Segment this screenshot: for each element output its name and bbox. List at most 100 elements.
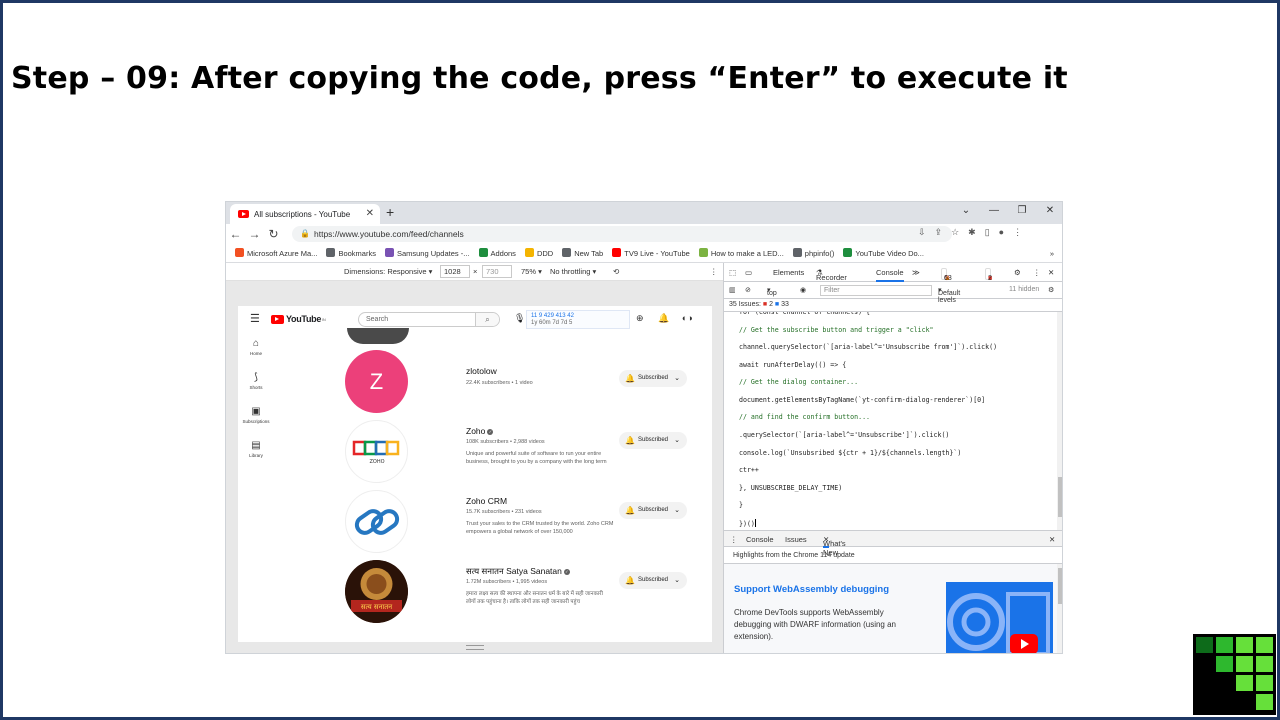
forward-icon[interactable]: → bbox=[245, 227, 264, 241]
console-settings-icon[interactable]: ⚙ bbox=[1048, 286, 1054, 294]
restore-button[interactable]: ❐ bbox=[1008, 202, 1036, 224]
subscribed-button[interactable]: 🔔 Subscribed ⌄ bbox=[619, 572, 687, 589]
tab-console[interactable]: Console bbox=[876, 268, 904, 282]
whats-new-video-thumbnail[interactable] bbox=[946, 582, 1053, 653]
subscribed-button[interactable]: 🔔 Subscribed ⌄ bbox=[619, 370, 687, 387]
channel-name[interactable]: सत्य सनातन Satya Sanatan ✓ bbox=[466, 566, 570, 577]
menu-icon[interactable]: ⋮ bbox=[1013, 227, 1022, 238]
channel-name[interactable]: Zoho ✓ bbox=[466, 426, 494, 436]
search-icon[interactable]: ⌕ bbox=[475, 313, 499, 326]
youtube-logo[interactable]: YouTube IN bbox=[271, 314, 326, 324]
filter-input[interactable]: Filter bbox=[820, 285, 932, 296]
bookmark-item[interactable]: phpinfo() bbox=[792, 248, 834, 258]
reload-icon[interactable]: ↻ bbox=[264, 227, 283, 241]
clear-console-icon[interactable]: ⊘ bbox=[745, 286, 751, 294]
create-icon[interactable]: ⊕ bbox=[636, 313, 644, 324]
profile-icon[interactable]: ● bbox=[999, 227, 1004, 238]
tab-recorder[interactable]: Recorder ⚗ bbox=[816, 268, 847, 282]
close-window-button[interactable]: ✕ bbox=[1036, 202, 1062, 224]
more-tabs-icon[interactable]: ≫ bbox=[912, 268, 920, 277]
channel-row[interactable]: सत्य सनातन सत्य सनातन Satya Sanatan ✓ 1.72M… bbox=[238, 560, 712, 623]
browser-tab[interactable]: All subscriptions - YouTube ✕ bbox=[230, 204, 380, 224]
console-code-area[interactable]: for (const channel of channels) {// Get … bbox=[724, 312, 1057, 530]
bookmark-item[interactable]: TV9 Live - YouTube bbox=[612, 248, 690, 258]
error-warning-badge[interactable]: ⊗ 6 ▲ 63 bbox=[941, 268, 952, 282]
bell-icon: 🔔 bbox=[625, 374, 635, 383]
times-sign: × bbox=[473, 267, 478, 276]
bookmark-item[interactable]: Microsoft Azure Ma... bbox=[235, 248, 317, 258]
eye-icon[interactable]: ◉ bbox=[800, 286, 806, 294]
console-scrollbar[interactable] bbox=[1057, 312, 1062, 530]
more-bookmarks-icon[interactable]: » bbox=[1050, 249, 1054, 258]
sidepanel-icon[interactable]: ▯ bbox=[985, 227, 990, 238]
devtools-menu-icon[interactable]: ⋮ bbox=[1033, 268, 1041, 277]
code-line: channel.querySelector(`[aria-label^='Uns… bbox=[739, 343, 998, 351]
channel-row[interactable]: ZOHO Zoho ✓ 108K subscribers • 2,988 videos… bbox=[238, 420, 712, 483]
bookmark-item[interactable]: Addons bbox=[478, 248, 516, 258]
close-drawer-icon[interactable]: ✕ bbox=[1049, 535, 1055, 544]
lock-icon[interactable]: 🔒 bbox=[300, 226, 310, 242]
device-menu-icon[interactable]: ⋮ bbox=[710, 267, 718, 276]
drawer-tab-console[interactable]: Console bbox=[746, 535, 774, 544]
viewport-resize-handle[interactable] bbox=[466, 645, 484, 650]
avatar[interactable]: ◐◑ bbox=[682, 313, 693, 323]
subscribed-button[interactable]: 🔔 Subscribed ⌄ bbox=[619, 432, 687, 449]
channel-avatar[interactable]: सत्य सनातन bbox=[345, 560, 408, 623]
zoom-select[interactable]: 75% ▾ bbox=[521, 267, 542, 276]
channel-name[interactable]: zlotolow bbox=[466, 366, 497, 376]
bookmark-item[interactable]: New Tab bbox=[562, 248, 603, 258]
mic-icon[interactable]: 🎙 bbox=[514, 313, 525, 324]
issues-bar[interactable]: 35 Issues: ■ 2 ■ 33 bbox=[724, 299, 1062, 312]
back-icon[interactable]: ← bbox=[226, 227, 245, 241]
close-devtools-icon[interactable]: ✕ bbox=[1048, 268, 1054, 277]
bell-icon: 🔔 bbox=[625, 576, 635, 585]
channel-row[interactable]: Zzlotolow 22.4K subscribers • 1 video 🔔 Sub… bbox=[238, 350, 712, 413]
sidebar-toggle-icon[interactable]: ▥ bbox=[729, 286, 736, 294]
new-tab-button[interactable]: + bbox=[386, 204, 394, 220]
bookmark-item[interactable]: DDD bbox=[524, 248, 553, 258]
drawer-tab-issues[interactable]: Issues bbox=[785, 535, 807, 544]
hamburger-icon[interactable]: ☰ bbox=[250, 312, 260, 325]
subscribed-button[interactable]: 🔔 Subscribed ⌄ bbox=[619, 502, 687, 519]
width-input[interactable]: 1028 bbox=[440, 265, 470, 278]
inspect-icon[interactable]: ⬚ bbox=[729, 268, 736, 277]
throttling-select[interactable]: No throttling ▾ bbox=[550, 267, 596, 276]
tab-elements[interactable]: Elements bbox=[773, 268, 804, 277]
extensions-icon[interactable]: ✱ bbox=[968, 227, 976, 238]
channel-avatar[interactable] bbox=[345, 490, 408, 553]
globe-icon bbox=[792, 248, 802, 257]
drawer-menu-icon[interactable]: ⋮ bbox=[730, 535, 738, 544]
minimize-button[interactable]: — bbox=[980, 202, 1008, 224]
bookmark-star-icon[interactable]: ☆ bbox=[951, 227, 959, 238]
info-badge[interactable]: ■ 2 bbox=[985, 268, 992, 282]
channel-row[interactable]: Zoho CRM 15.7K subscribers • 231 videos Tr… bbox=[238, 490, 712, 553]
url-input[interactable]: 🔒 https://www.youtube.com/feed/channels bbox=[292, 226, 952, 242]
code-line: document.getElementsByTagName(`yt-confir… bbox=[739, 396, 986, 404]
bookmark-item[interactable]: How to make a LED... bbox=[698, 248, 784, 258]
bookmark-item[interactable]: Bookmarks bbox=[326, 248, 376, 258]
whats-new-title[interactable]: Support WebAssembly debugging bbox=[734, 584, 889, 595]
settings-gear-icon[interactable]: ⚙ bbox=[1014, 268, 1021, 277]
bookmark-item[interactable]: Samsung Updates -... bbox=[384, 248, 470, 258]
channel-avatar[interactable]: ZOHO bbox=[345, 420, 408, 483]
share-icon[interactable]: ⇪ bbox=[935, 227, 943, 238]
levels-select[interactable]: Default levels ▾ bbox=[938, 286, 960, 304]
channel-name[interactable]: Zoho CRM bbox=[466, 496, 507, 506]
device-toggle-icon[interactable]: ▭ bbox=[745, 268, 752, 277]
slide: Step – 09: After copying the code, press… bbox=[0, 0, 1280, 720]
logo-square bbox=[1216, 637, 1233, 653]
height-input[interactable]: 730 bbox=[482, 265, 512, 278]
rotate-icon[interactable]: ⟲ bbox=[613, 267, 619, 276]
extension-stats[interactable]: 11 9 429 413 42 1y 60m 7d 7d 5 bbox=[526, 310, 630, 329]
tab-search-icon[interactable]: ⌄ bbox=[952, 202, 980, 224]
channel-avatar[interactable]: Z bbox=[345, 350, 408, 413]
context-select[interactable]: top ▾ bbox=[767, 286, 777, 297]
whats-new-scrollbar[interactable] bbox=[1057, 564, 1062, 653]
notifications-icon[interactable]: 🔔 bbox=[658, 313, 669, 324]
search-input[interactable]: Search ⌕ bbox=[358, 312, 500, 327]
install-icon[interactable]: ⇩ bbox=[918, 227, 926, 238]
close-tab-icon[interactable]: ✕ bbox=[366, 208, 374, 219]
dimensions-select[interactable]: Dimensions: Responsive ▾ bbox=[344, 267, 432, 276]
code-line: })() bbox=[739, 519, 756, 528]
bookmark-item[interactable]: YouTube Video Do... bbox=[843, 248, 924, 258]
